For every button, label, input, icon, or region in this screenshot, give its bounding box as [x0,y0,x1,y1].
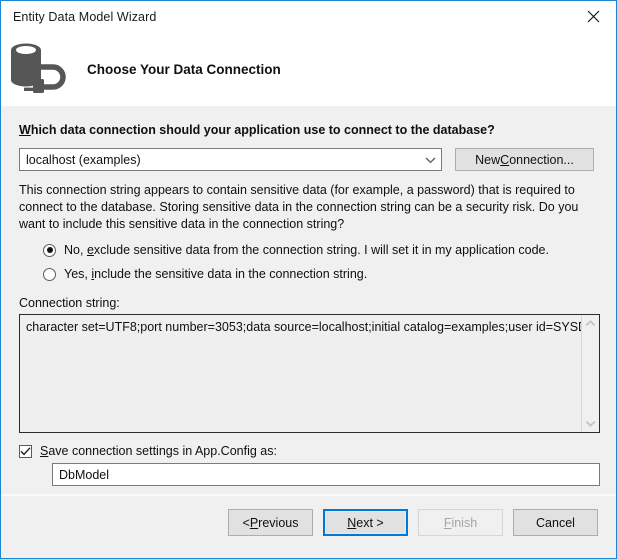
page-title: Choose Your Data Connection [87,62,281,77]
window-title: Entity Data Model Wizard [1,10,156,24]
save-settings-row[interactable]: Save connection settings in App.Config a… [19,444,598,458]
finish-suffix: inish [451,516,477,530]
data-connection-value: localhost (examples) [20,153,141,167]
save-settings-text: ave connection settings in App.Config as… [48,444,277,458]
question-accelerator: W [19,123,31,137]
chevron-down-icon[interactable] [419,149,441,170]
checkmark-icon [20,447,31,456]
connection-string-value: character set=UTF8;port number=3053;data… [20,315,581,432]
previous-button[interactable]: < Previous [228,509,313,536]
question-text: hich data connection should your applica… [31,123,495,137]
new-connection-suffix: onnection... [509,153,574,167]
data-connection-select[interactable]: localhost (examples) [19,148,442,171]
radio-exclude-accelerator: e [87,243,94,257]
connection-row: localhost (examples) New Connection... [19,148,598,171]
next-accelerator: N [347,516,356,530]
radio-include-suffix: nclude the sensitive data in the connect… [94,267,367,281]
connection-string-textarea[interactable]: character set=UTF8;port number=3053;data… [19,314,600,433]
radio-include-sensitive-data[interactable]: Yes, include the sensitive data in the c… [43,263,598,285]
sensitive-data-paragraph: This connection string appears to contai… [19,182,599,233]
save-settings-label: Save connection settings in App.Config a… [40,444,277,458]
previous-prefix: < [243,516,250,530]
appconfig-name-value: DbModel [53,468,109,482]
new-connection-prefix: New [475,153,500,167]
radio-button-icon[interactable] [43,244,56,257]
wizard-header: Choose Your Data Connection [1,33,616,106]
new-connection-accelerator: C [500,153,509,167]
finish-accelerator: F [444,516,452,530]
appconfig-name-input[interactable]: DbModel [52,463,600,486]
radio-exclude-prefix: No, [64,243,87,257]
connection-string-scrollbar[interactable] [581,315,599,432]
new-connection-button[interactable]: New Connection... [455,148,594,171]
chevron-down-icon[interactable] [582,415,599,432]
previous-accelerator: P [250,516,258,530]
database-connection-icon [1,39,73,101]
question-label: Which data connection should your applic… [19,106,598,138]
cancel-button[interactable]: Cancel [513,509,598,536]
radio-button-icon[interactable] [43,268,56,281]
connection-string-label: Connection string: [19,296,598,310]
radio-exclude-sensitive-data[interactable]: No, exclude sensitive data from the conn… [43,239,598,261]
title-bar: Entity Data Model Wizard [1,1,616,33]
next-button[interactable]: Next > [323,509,408,536]
radio-exclude-label: No, exclude sensitive data from the conn… [64,243,549,257]
wizard-footer: < Previous Next > Finish Cancel [1,494,616,558]
finish-button: Finish [418,509,503,536]
wizard-body: Which data connection should your applic… [1,106,616,494]
save-settings-checkbox[interactable] [19,445,32,458]
radio-include-prefix: Yes, [64,267,91,281]
previous-suffix: revious [258,516,298,530]
chevron-up-icon[interactable] [582,315,599,332]
radio-exclude-suffix: xclude sensitive data from the connectio… [94,243,549,257]
close-icon [587,10,600,23]
next-suffix: ext > [356,516,383,530]
close-button[interactable] [571,1,616,32]
entity-data-model-wizard-dialog: Entity Data Model Wizard [0,0,617,559]
cancel-label: Cancel [536,516,575,530]
radio-include-label: Yes, include the sensitive data in the c… [64,267,367,281]
